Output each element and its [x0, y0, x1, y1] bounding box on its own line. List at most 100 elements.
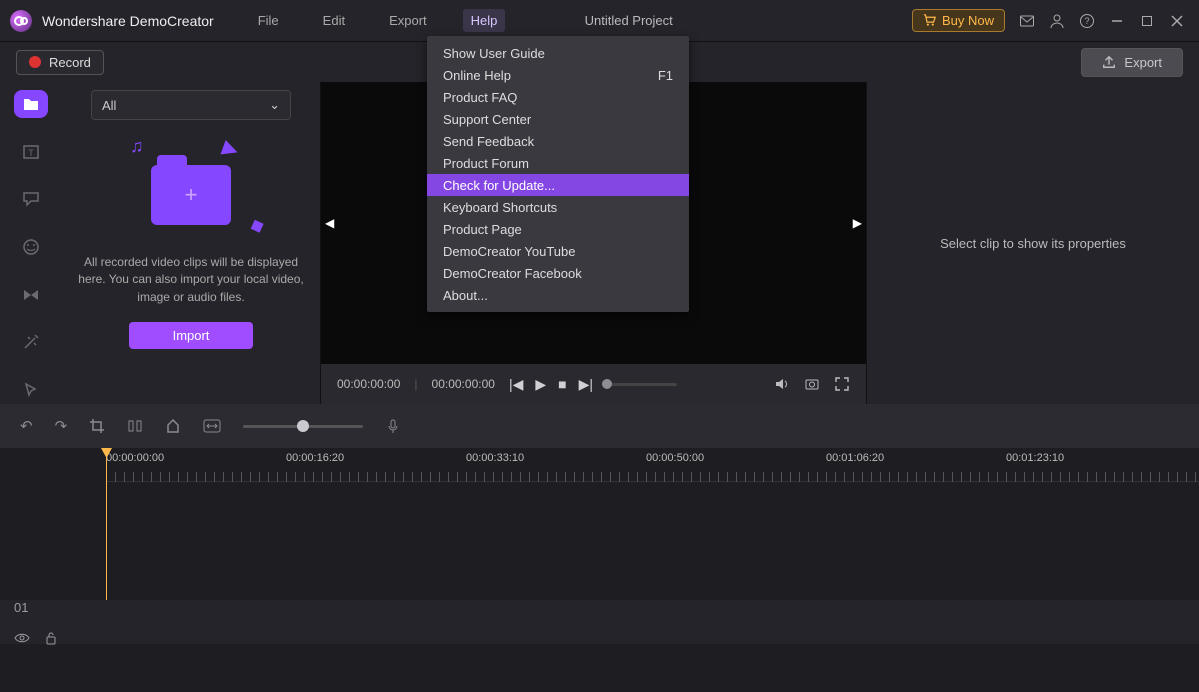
ruler-tick: 00:01:23:10 [1006, 452, 1064, 464]
help-menu-item-label: Keyboard Shortcuts [443, 200, 557, 215]
sidebar-media-icon[interactable] [14, 90, 48, 118]
folder-icon: + [151, 165, 231, 225]
sidebar-cursor-icon[interactable] [14, 376, 48, 404]
sidebar-annotation-icon[interactable] [14, 185, 48, 213]
sidebar-transition-icon[interactable] [14, 281, 48, 309]
record-icon [29, 56, 41, 68]
ruler-marks [106, 472, 1199, 482]
record-button[interactable]: Record [16, 50, 104, 75]
chevron-down-icon: ⌄ [269, 97, 280, 113]
help-menu-item[interactable]: Online Help F1 [427, 64, 689, 86]
timeline-footer: 01 [0, 600, 1199, 644]
undo-button[interactable]: ↶ [20, 417, 33, 435]
prev-frame-button[interactable]: |◀ [509, 376, 523, 393]
zoom-slider[interactable] [243, 425, 363, 428]
menu-help[interactable]: Help [463, 9, 506, 32]
fullscreen-icon[interactable] [834, 376, 850, 392]
svg-text:T: T [28, 148, 34, 158]
help-menu-item[interactable]: Check for Update... [427, 174, 689, 196]
timeline: 00:00:00:00 00:00:16:20 00:00:33:10 00:0… [0, 448, 1199, 644]
playback-total: 00:00:00:00 [432, 377, 495, 391]
svg-text:?: ? [1084, 16, 1089, 26]
help-menu-item-label: Check for Update... [443, 178, 555, 193]
mail-icon[interactable] [1019, 13, 1035, 29]
help-menu-item[interactable]: Product FAQ [427, 86, 689, 108]
cart-icon [923, 14, 936, 27]
image-deco-icon: ◆ [247, 213, 267, 237]
help-menu-item-label: Product Forum [443, 156, 529, 171]
help-menu-item-label: About... [443, 288, 488, 303]
buy-now-button[interactable]: Buy Now [912, 9, 1005, 32]
lock-icon[interactable] [44, 631, 58, 645]
menu-edit[interactable]: Edit [315, 9, 353, 32]
buy-now-label: Buy Now [942, 13, 994, 28]
playback-bar: 00:00:00:00 | 00:00:00:00 |◀ ▶ ■ ▶| [321, 364, 866, 404]
sidebar-sticker-icon[interactable] [14, 233, 48, 261]
properties-placeholder: Select clip to show its properties [940, 236, 1126, 251]
help-menu-item[interactable]: DemoCreator YouTube [427, 240, 689, 262]
record-label: Record [49, 55, 91, 70]
help-menu-item-label: DemoCreator YouTube [443, 244, 576, 259]
stop-button[interactable]: ■ [558, 376, 566, 392]
help-menu-item[interactable]: Product Forum [427, 152, 689, 174]
import-label: Import [173, 328, 210, 343]
help-menu-item[interactable]: Product Page [427, 218, 689, 240]
video-deco-icon: ▶ [219, 134, 242, 163]
timeline-toolbar: ↶ ↷ [0, 404, 1199, 448]
playback-divider: | [414, 377, 417, 391]
help-menu-item-label: Product Page [443, 222, 522, 237]
project-title: Untitled Project [505, 13, 912, 28]
menu-export[interactable]: Export [381, 9, 435, 32]
help-menu-item[interactable]: Show User Guide [427, 42, 689, 64]
ruler-tick: 00:01:06:20 [826, 452, 884, 464]
sidebar-text-icon[interactable]: T [14, 138, 48, 166]
maximize-button[interactable] [1139, 13, 1155, 29]
help-menu-item[interactable]: DemoCreator Facebook [427, 262, 689, 284]
sidebar-effects-icon[interactable] [14, 329, 48, 357]
library-illustration: ♫ ▶ ◆ + [136, 150, 246, 240]
help-menu-item-label: Show User Guide [443, 46, 545, 61]
minimize-button[interactable] [1109, 13, 1125, 29]
fit-button[interactable] [203, 419, 221, 433]
help-menu-item[interactable]: Keyboard Shortcuts [427, 196, 689, 218]
export-label: Export [1124, 55, 1162, 70]
export-icon [1102, 55, 1116, 69]
next-frame-button[interactable]: ▶| [579, 376, 593, 393]
library-empty-text: All recorded video clips will be display… [74, 254, 308, 306]
volume-slider[interactable] [607, 383, 677, 386]
snapshot-icon[interactable] [804, 376, 820, 392]
volume-icon[interactable] [774, 376, 790, 392]
import-button[interactable]: Import [129, 322, 254, 349]
visibility-icon[interactable] [14, 632, 30, 644]
library-filter-label: All [102, 98, 116, 113]
track-number: 01 [14, 600, 28, 615]
help-icon[interactable]: ? [1079, 13, 1095, 29]
mic-button[interactable] [385, 418, 401, 434]
crop-button[interactable] [89, 418, 105, 434]
split-button[interactable] [127, 418, 143, 434]
help-dropdown: Show User Guide Online Help F1 Product FAQ S… [427, 36, 689, 312]
help-menu-item[interactable]: Support Center [427, 108, 689, 130]
playback-controls: |◀ ▶ ■ ▶| [509, 376, 593, 393]
play-button[interactable]: ▶ [535, 376, 546, 393]
preview-next-button[interactable]: ▶ [853, 216, 862, 230]
preview-prev-button[interactable]: ◀ [325, 216, 334, 230]
help-menu-item-label: DemoCreator Facebook [443, 266, 582, 281]
redo-button[interactable]: ↷ [55, 417, 68, 435]
export-button[interactable]: Export [1081, 48, 1183, 77]
ruler-tick: 00:00:50:00 [646, 452, 704, 464]
help-menu-item[interactable]: Send Feedback [427, 130, 689, 152]
user-icon[interactable] [1049, 13, 1065, 29]
ruler-tick: 00:00:33:10 [466, 452, 524, 464]
marker-button[interactable] [165, 418, 181, 434]
ruler-tick: 00:00:00:00 [106, 452, 164, 464]
help-menu-item[interactable]: About... [427, 284, 689, 306]
close-button[interactable] [1169, 13, 1185, 29]
library-filter-dropdown[interactable]: All ⌄ [91, 90, 291, 120]
help-menu-item-label: Online Help [443, 68, 511, 83]
help-menu-item-shortcut: F1 [658, 68, 673, 83]
music-note-icon: ♫ [130, 136, 144, 157]
library-panel: All ⌄ ♫ ▶ ◆ + All recorded video clips w… [62, 82, 320, 404]
menu-file[interactable]: File [250, 9, 287, 32]
help-menu-item-label: Support Center [443, 112, 531, 127]
